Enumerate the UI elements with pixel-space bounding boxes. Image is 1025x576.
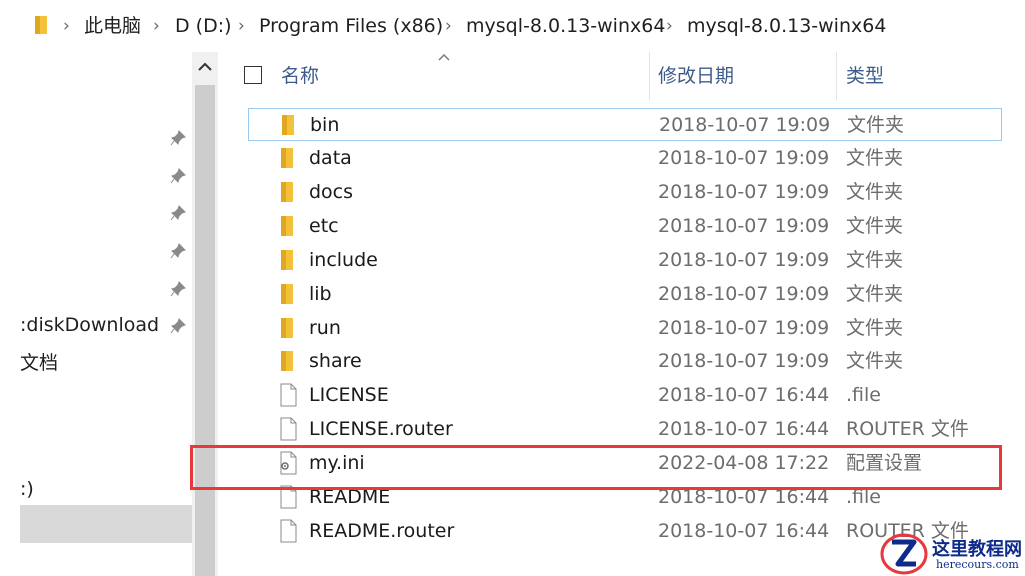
file-type: 文件夹 xyxy=(846,283,904,305)
folder-icon xyxy=(281,148,293,168)
folder-icon xyxy=(281,250,293,270)
nav-scrollbar[interactable] xyxy=(192,52,218,576)
pin-icon[interactable] xyxy=(170,243,186,259)
file-type: 文件夹 xyxy=(846,181,904,203)
chevron-right-icon: › xyxy=(445,16,452,36)
file-date: 2018-10-07 19:09 xyxy=(658,317,830,339)
pin-icon[interactable] xyxy=(170,281,186,297)
breadcrumb-item[interactable]: 此电脑 xyxy=(84,13,141,39)
file-name: bin xyxy=(310,114,340,136)
file-type: 文件夹 xyxy=(846,350,904,372)
file-row-include[interactable]: include 2018-10-07 19:09 文件夹 xyxy=(248,244,1002,277)
folder-icon xyxy=(281,216,293,236)
file-date: 2018-10-07 19:09 xyxy=(658,283,830,305)
file-type: ROUTER 文件 xyxy=(846,418,969,440)
file-type: 文件夹 xyxy=(846,317,904,339)
file-date: 2018-10-07 19:09 xyxy=(659,114,831,136)
pin-icon[interactable] xyxy=(170,168,186,184)
pin-icon[interactable] xyxy=(170,205,186,221)
file-type: 文件夹 xyxy=(846,147,904,169)
address-bar[interactable]: › 此电脑 › D (D:) › Program Files (x86) › m… xyxy=(0,0,1025,52)
sort-ascending-icon xyxy=(438,53,450,61)
breadcrumb-item[interactable]: mysql-8.0.13-winx64 xyxy=(466,13,665,39)
file-date: 2018-10-07 19:09 xyxy=(658,147,830,169)
file-row-data[interactable]: data 2018-10-07 19:09 文件夹 xyxy=(248,142,1002,175)
column-header-type[interactable]: 类型 xyxy=(846,63,884,89)
file-date: 2018-10-07 19:09 xyxy=(658,181,830,203)
file-row-etc[interactable]: etc 2018-10-07 19:09 文件夹 xyxy=(248,210,1002,243)
file-name: docs xyxy=(309,181,354,203)
file-type: 文件夹 xyxy=(846,215,904,237)
breadcrumb-item[interactable]: D (D:) xyxy=(175,13,232,39)
scroll-thumb[interactable] xyxy=(195,85,215,576)
file-row-share[interactable]: share 2018-10-07 19:09 文件夹 xyxy=(248,345,1002,378)
highlight-box xyxy=(190,445,1002,490)
folder-icon xyxy=(282,115,294,135)
chevron-right-icon: › xyxy=(153,16,160,36)
file-name: include xyxy=(309,249,378,271)
folder-icon xyxy=(281,318,293,338)
scroll-up-button[interactable] xyxy=(192,52,218,82)
folder-icon xyxy=(35,16,47,34)
chevron-up-icon xyxy=(198,62,212,71)
folder-icon xyxy=(281,284,293,304)
nav-item-diskdownload[interactable]: :diskDownload xyxy=(20,312,159,338)
file-icon xyxy=(280,519,297,543)
file-type: 文件夹 xyxy=(847,114,905,136)
pin-icon[interactable] xyxy=(170,318,186,334)
file-type: .file xyxy=(846,384,881,406)
file-row-license[interactable]: LICENSE 2018-10-07 16:44 .file xyxy=(248,379,1002,412)
breadcrumb-item[interactable]: mysql-8.0.13-winx64 xyxy=(687,13,886,39)
folder-icon xyxy=(281,351,293,371)
file-name: data xyxy=(309,147,352,169)
file-name: run xyxy=(309,317,341,339)
breadcrumb-item[interactable]: Program Files (x86) xyxy=(259,13,443,39)
file-row-docs[interactable]: docs 2018-10-07 19:09 文件夹 xyxy=(248,176,1002,209)
file-name: LICENSE xyxy=(309,384,389,406)
file-date: 2018-10-07 19:09 xyxy=(658,249,830,271)
select-all-checkbox[interactable] xyxy=(244,66,262,84)
file-date: 2018-10-07 19:09 xyxy=(658,215,830,237)
file-name: README.router xyxy=(309,520,455,542)
file-row-lib[interactable]: lib 2018-10-07 19:09 文件夹 xyxy=(248,278,1002,311)
nav-item-documents[interactable]: 文档 xyxy=(20,350,58,376)
file-row-license-router[interactable]: LICENSE.router 2018-10-07 16:44 ROUTER 文… xyxy=(248,413,1002,446)
file-type: 文件夹 xyxy=(846,249,904,271)
file-icon xyxy=(280,383,297,407)
column-header-name[interactable]: 名称 xyxy=(281,63,319,89)
file-name: etc xyxy=(309,215,339,237)
file-icon xyxy=(280,417,297,441)
column-divider[interactable] xyxy=(836,52,837,100)
file-row-bin[interactable]: bin 2018-10-07 19:09 文件夹 xyxy=(248,108,1002,141)
column-divider[interactable] xyxy=(649,52,650,100)
file-name: share xyxy=(309,350,362,372)
chevron-right-icon: › xyxy=(238,16,245,36)
folder-icon xyxy=(281,182,293,202)
chevron-right-icon: › xyxy=(63,16,70,36)
file-date: 2018-10-07 16:44 xyxy=(658,520,830,542)
file-name: lib xyxy=(309,283,332,305)
column-header-modified[interactable]: 修改日期 xyxy=(658,63,734,89)
nav-item-drive[interactable]: :) xyxy=(20,476,34,502)
watermark: 这里教程网 herecours.com xyxy=(876,532,1025,576)
file-date: 2018-10-07 19:09 xyxy=(658,350,830,372)
watermark-url: herecours.com xyxy=(936,558,1019,571)
file-date: 2018-10-07 16:44 xyxy=(658,384,830,406)
pin-icon[interactable] xyxy=(170,130,186,146)
chevron-right-icon: › xyxy=(666,16,673,36)
file-date: 2018-10-07 16:44 xyxy=(658,418,830,440)
watermark-logo-icon xyxy=(880,533,928,575)
file-name: LICENSE.router xyxy=(309,418,453,440)
nav-item-selected[interactable] xyxy=(20,505,192,543)
file-row-run[interactable]: run 2018-10-07 19:09 文件夹 xyxy=(248,312,1002,345)
